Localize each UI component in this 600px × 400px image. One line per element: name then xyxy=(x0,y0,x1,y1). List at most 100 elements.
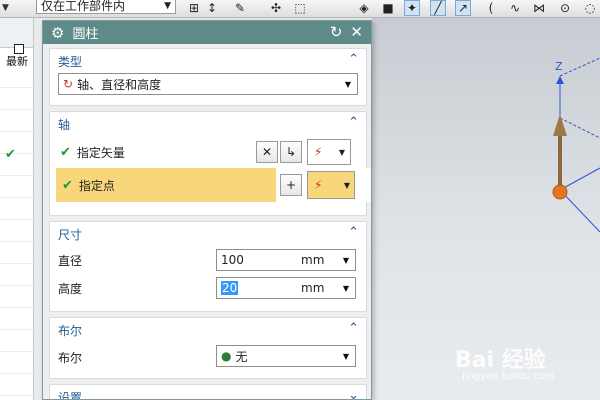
height-field[interactable]: 20 mm ▼ xyxy=(216,277,356,299)
vector-arrowhead-icon xyxy=(553,114,567,136)
selection-scope-dropdown[interactable]: 仅在工作部件内 ▼ xyxy=(36,0,176,14)
chevron-down-icon: ▼ xyxy=(342,352,349,361)
boolean-value: 无 xyxy=(235,349,248,364)
navigator-row[interactable] xyxy=(0,264,34,286)
chevron-down-icon: ▼ xyxy=(342,284,349,293)
sketch-icon[interactable]: ⊞ xyxy=(186,0,202,16)
boolean-dropdown[interactable]: ● 无 ▼ xyxy=(216,345,356,367)
boolean-group-title: 布尔 xyxy=(58,323,83,338)
diameter-field[interactable]: 100 mm ▼ xyxy=(216,249,356,271)
dialog-body: 类型 ⌃ ↻ 轴、直径和高度 ▼ 轴 ⌃ ✔ 指定矢量 ✕ ↳ ⚡ ▼ ✔ 指定… xyxy=(43,44,371,400)
origin-point xyxy=(552,184,568,200)
cylinder-dialog: ⚙ 圆柱 ↻ ✕ 类型 ⌃ ↻ 轴、直径和高度 ▼ 轴 ⌃ ✔ 指定矢量 ✕ ↳… xyxy=(42,20,372,400)
dialog-title-bar: ⚙ 圆柱 ↻ ✕ xyxy=(43,21,371,44)
navigator-row[interactable] xyxy=(0,110,34,132)
intersect-icon[interactable]: ⋈ xyxy=(531,0,547,16)
dimension-group-title: 尺寸 xyxy=(58,227,83,242)
navigator-row[interactable] xyxy=(0,374,34,396)
axis-group-title: 轴 xyxy=(58,117,71,132)
check-icon: ✔ xyxy=(5,147,16,162)
surface-icon[interactable]: ◈ xyxy=(356,0,372,16)
specify-point-row[interactable]: ✔ 指定点 + ⚡ ▼ xyxy=(56,168,371,202)
pick-icon[interactable]: ✎ xyxy=(232,0,248,16)
circle-dashed-icon[interactable]: ◌ xyxy=(582,0,598,16)
snap-node-icon[interactable]: ↗ xyxy=(455,0,471,16)
chevron-up-icon[interactable]: ⌃ xyxy=(348,52,359,67)
select-box-icon[interactable]: ⬚ xyxy=(292,0,308,16)
check-icon: ✔ xyxy=(62,177,73,193)
z-axis-label: Z xyxy=(555,60,563,73)
crosshair-icon[interactable]: ✣ xyxy=(268,0,284,16)
snap-point-icon[interactable]: ✦ xyxy=(404,0,420,16)
chevron-down-icon: ▼ xyxy=(343,180,350,190)
inferred-vector-icon: ⚡ xyxy=(314,145,323,159)
vector-method-dropdown[interactable]: ⚡ ▼ xyxy=(307,139,351,165)
chevron-up-icon[interactable]: ⌃ xyxy=(348,225,359,240)
navigator-row[interactable] xyxy=(0,176,34,198)
gear-icon[interactable]: ⚙ xyxy=(51,24,64,42)
watermark-url: jingyan.baidu.com xyxy=(462,371,555,382)
top-toolbar: ▼ 仅在工作部件内 ▼ ⊞ ↕ ✎ ✣ ⬚ ◈ ■ ✦ ╱ ↗ ( ∿ ⋈ ⊙ … xyxy=(0,0,600,18)
close-icon[interactable]: ✕ xyxy=(350,23,363,41)
navigator-row[interactable] xyxy=(0,198,34,220)
axis-group-header[interactable]: 轴 ⌃ xyxy=(50,112,366,136)
type-group-title: 类型 xyxy=(58,54,83,69)
cylinder-type-icon: ↻ xyxy=(63,77,74,91)
toolbar-dropdown-caret[interactable]: ▼ xyxy=(2,3,9,13)
navigator-row[interactable] xyxy=(0,330,34,352)
diameter-label: 直径 xyxy=(58,253,83,268)
height-unit: mm xyxy=(301,281,325,295)
vector-dialog-icon[interactable]: ↳ xyxy=(280,141,302,163)
type-group: 类型 ⌃ ↻ 轴、直径和高度 ▼ xyxy=(49,48,367,106)
navigator-row[interactable] xyxy=(0,88,34,110)
specify-vector-label: 指定矢量 xyxy=(76,145,125,160)
navigator-row[interactable] xyxy=(0,66,34,88)
navigator-row[interactable] xyxy=(0,242,34,264)
check-icon: ✔ xyxy=(60,144,71,160)
diameter-row: 直径 100 mm ▼ xyxy=(50,246,366,274)
type-group-header[interactable]: 类型 ⌃ xyxy=(50,49,366,73)
chevron-down-icon: ▼ xyxy=(342,256,349,265)
navigator-row[interactable] xyxy=(0,286,34,308)
part-navigator: 最新 ✔ xyxy=(0,18,34,400)
specify-point-label: 指定点 xyxy=(78,178,115,193)
point-icon[interactable]: ↕ xyxy=(204,0,220,16)
dimension-group-header[interactable]: 尺寸 ⌃ xyxy=(50,222,366,246)
arc-icon[interactable]: ( xyxy=(483,0,499,16)
circle-center-icon[interactable]: ⊙ xyxy=(557,0,573,16)
point-dialog-icon[interactable]: + xyxy=(280,174,302,196)
boolean-label: 布尔 xyxy=(58,350,83,365)
axis-group: 轴 ⌃ ✔ 指定矢量 ✕ ↳ ⚡ ▼ ✔ 指定点 + ⚡ ▼ xyxy=(49,111,371,216)
navigator-row[interactable] xyxy=(0,308,34,330)
boolean-group-header[interactable]: 布尔 ⌃ xyxy=(50,318,366,342)
diameter-value: 100 xyxy=(221,253,244,267)
reverse-direction-icon[interactable]: ✕ xyxy=(256,141,278,163)
height-label: 高度 xyxy=(58,281,83,296)
settings-group-title: 设置 xyxy=(58,390,83,400)
height-row: 高度 20 mm ▼ xyxy=(50,274,366,302)
navigator-row[interactable] xyxy=(0,220,34,242)
boolean-group: 布尔 ⌃ 布尔 ● 无 ▼ xyxy=(49,317,367,379)
chevron-up-icon[interactable]: ⌃ xyxy=(348,115,359,130)
guide-line xyxy=(559,57,600,77)
settings-group: 设置 ⌄ xyxy=(49,384,367,400)
boolean-none-icon: ● xyxy=(221,349,232,363)
reset-icon[interactable]: ↻ xyxy=(330,23,343,41)
chevron-up-icon[interactable]: ⌃ xyxy=(348,321,359,336)
point-method-dropdown[interactable]: ⚡ ▼ xyxy=(307,171,355,199)
diameter-unit: mm xyxy=(301,253,325,267)
x-axis-line xyxy=(559,167,600,191)
selection-scope-value: 仅在工作部件内 xyxy=(41,0,126,13)
chevron-down-icon[interactable]: ⌄ xyxy=(348,388,359,399)
curve-icon[interactable]: ∿ xyxy=(507,0,523,16)
settings-group-header[interactable]: 设置 ⌄ xyxy=(50,385,366,400)
height-value: 20 xyxy=(221,281,239,295)
navigator-row[interactable] xyxy=(0,352,34,374)
specify-vector-row[interactable]: ✔ 指定矢量 ✕ ↳ ⚡ ▼ xyxy=(50,136,366,168)
inferred-point-icon: ⚡ xyxy=(314,178,323,192)
z-axis-arrow-icon xyxy=(556,76,564,84)
snap-line-icon[interactable]: ╱ xyxy=(430,0,446,16)
solid-icon[interactable]: ■ xyxy=(380,0,396,16)
boolean-row: 布尔 ● 无 ▼ xyxy=(50,342,366,372)
type-dropdown[interactable]: ↻ 轴、直径和高度 ▼ xyxy=(58,73,358,95)
